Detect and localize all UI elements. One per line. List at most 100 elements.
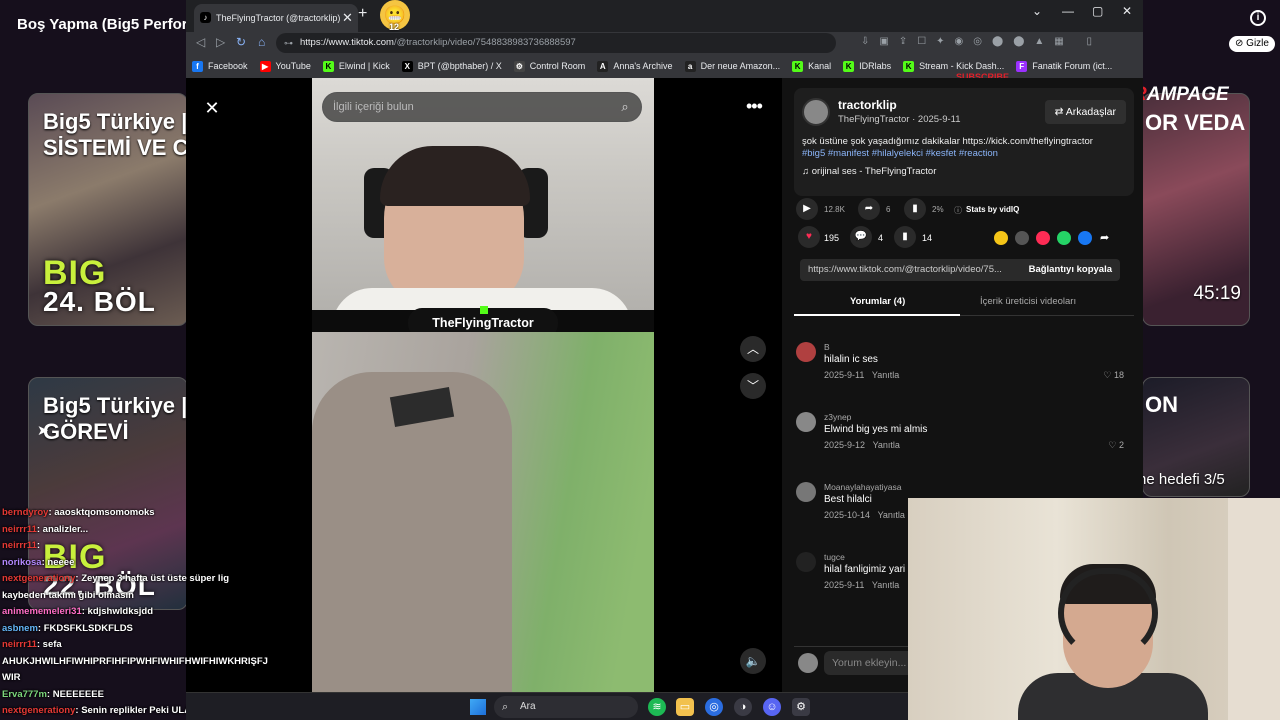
commenter-avatar[interactable]	[796, 412, 816, 432]
bookmark-item[interactable]: K Elwind | Kick	[317, 56, 396, 76]
chat-username[interactable]: berndyroy	[2, 507, 48, 518]
hide-button[interactable]: ⊘ Gizle	[1229, 36, 1275, 52]
bookmark-item[interactable]: K Stream - Kick Dash...	[897, 56, 1010, 76]
bookmark-item[interactable]: F Fanatik Forum (ict...	[1010, 56, 1118, 76]
previous-video-icon[interactable]: ︿	[740, 336, 766, 362]
friends-label: Arkadaşlar	[1065, 106, 1116, 118]
chat-text: : aaosktqomsomomoks	[48, 507, 155, 518]
whatsapp-icon[interactable]	[1057, 231, 1071, 245]
file-explorer-icon[interactable]: ▭	[676, 698, 694, 716]
comment-like[interactable]: ♡ 18	[1103, 370, 1124, 381]
info-icon[interactable]: i	[1250, 10, 1266, 26]
reply-button[interactable]: Yanıtla	[878, 510, 905, 520]
chat-username[interactable]: nextgenerationy	[2, 705, 75, 716]
comment-username[interactable]: z3ynep	[824, 412, 851, 422]
chat-text: :	[36, 540, 41, 551]
chat-text: AHUKJHWILHFIWHIPRFIHFIPWHFIWHIFHWIFHIWKH…	[2, 655, 268, 667]
embed-icon[interactable]	[1015, 231, 1029, 245]
close-window-icon[interactable]: ✕	[1122, 4, 1132, 18]
facebook-icon[interactable]	[1078, 231, 1092, 245]
bookmark-item[interactable]: ▶ YouTube	[254, 56, 317, 76]
bookmark-item[interactable]: f Facebook	[186, 56, 254, 76]
tab-creator-videos[interactable]: İçerik üreticisi videoları	[980, 296, 1076, 307]
extension-icons[interactable]: ⇩▣⇪☐✦◉◎⬤⬤▲▦ ▯	[861, 36, 1102, 47]
author-avatar[interactable]	[802, 98, 830, 126]
back-icon[interactable]: ◁	[196, 35, 205, 49]
spotify-icon[interactable]: ≋	[648, 698, 666, 716]
video-card-1[interactable]: Big5 Türkiye | SİSTEMİ VE C BIG 24. BÖL	[28, 93, 188, 326]
tab-search-icon[interactable]: ⌄	[1032, 4, 1042, 18]
like-icon[interactable]: ♥	[798, 226, 820, 248]
close-tab-icon[interactable]: ✕	[342, 4, 353, 32]
video-card-3[interactable]: OR VEDA 45:19	[1142, 93, 1250, 326]
chart-icon[interactable]: ▮	[904, 198, 926, 220]
new-tab-icon[interactable]: +	[358, 5, 367, 23]
author-handle[interactable]: tractorklip	[838, 98, 897, 112]
music-row[interactable]: ♫ orijinal ses - TheFlyingTractor	[802, 166, 936, 177]
comment-username[interactable]: Moanaylahayatiyasa	[824, 482, 902, 492]
chat-username[interactable]: nextgenerationy	[2, 573, 75, 584]
chat-username[interactable]: asbnem	[2, 623, 38, 634]
forward-icon[interactable]: ▷	[216, 35, 225, 49]
card-title-line1: Big5 Türkiye |	[43, 393, 188, 418]
bookmark-item[interactable]: a Der neue Amazon...	[679, 56, 787, 76]
taskbar-search[interactable]: ⌕ Ara	[494, 696, 638, 718]
maximize-icon[interactable]: ▢	[1092, 4, 1103, 18]
windows-start-icon[interactable]	[470, 699, 486, 715]
bookmark-icon[interactable]: ▮	[894, 226, 916, 248]
desc-hashtags[interactable]: #big5 #manifest #hilalyelekci #kesfet #r…	[802, 148, 998, 159]
comment-item: z3ynep Elwind big yes mi almis 2025-9-12 Y…	[794, 410, 1134, 470]
bookmark-item[interactable]: X BPT (@bpthaber) / X	[396, 56, 508, 76]
settings-icon[interactable]: ⚙	[792, 698, 810, 716]
obs-icon[interactable]: ◑	[734, 698, 752, 716]
close-icon[interactable]: ✕	[200, 96, 224, 120]
chat-username[interactable]: neirrr11	[2, 524, 37, 535]
chat-username[interactable]: neirrr11	[2, 639, 37, 650]
site-info-icon[interactable]: ⊶	[284, 33, 293, 53]
comment-username[interactable]: tugce	[824, 552, 845, 562]
reply-button[interactable]: Yanıtla	[872, 580, 899, 590]
comment-icon[interactable]: 💬	[850, 226, 872, 248]
comment-date: 2025-10-14	[824, 510, 871, 520]
chat-username[interactable]: neirrr11	[2, 540, 37, 551]
volume-icon[interactable]: 🔈	[740, 648, 766, 674]
more-options-icon[interactable]: •••	[746, 96, 763, 117]
minimize-icon[interactable]: —	[1062, 4, 1074, 18]
chat-username[interactable]: Erva777m	[2, 689, 47, 700]
saves-count: 14	[922, 233, 933, 243]
reply-button[interactable]: Yanıtla	[873, 440, 900, 450]
browser-tab[interactable]: ♪ TheFlyingTractor (@tractorklip) ✕	[194, 4, 358, 32]
bookmark-item[interactable]: A Anna's Archive	[591, 56, 678, 76]
search-icon[interactable]: ⌕	[615, 93, 635, 121]
card-title-line1: Big5 Türkiye |	[43, 109, 188, 134]
copy-link-button[interactable]: Bağlantıyı kopyala	[1029, 259, 1112, 281]
share-arrow-icon[interactable]: ➦	[1100, 231, 1109, 244]
commenter-avatar[interactable]	[796, 552, 816, 572]
next-video-icon[interactable]: ﹀	[740, 373, 766, 399]
bookmark-label: Der neue Amazon...	[700, 61, 781, 71]
address-bar[interactable]: ⊶ https://www.tiktok.com/@tractorklip/vi…	[276, 33, 836, 53]
chat-username[interactable]: norikosa	[2, 557, 42, 568]
friends-button[interactable]: ⇄ Arkadaşlar	[1044, 100, 1126, 124]
tab-comments[interactable]: Yorumlar (4)	[850, 296, 905, 307]
reload-icon[interactable]: ↻	[236, 35, 246, 49]
comment-like[interactable]: ♡ 2	[1108, 440, 1124, 451]
chrome-icon[interactable]: ◎	[705, 698, 723, 716]
send-icon[interactable]	[1036, 231, 1050, 245]
reply-button[interactable]: Yanıtla	[872, 370, 899, 380]
chat-username[interactable]: animememeleri31	[2, 606, 82, 617]
commenter-avatar[interactable]	[796, 482, 816, 502]
coin-icon[interactable]	[994, 231, 1008, 245]
bookmark-item[interactable]: ⚙ Control Room	[508, 56, 592, 76]
bookmark-item[interactable]: K IDRlabs	[837, 56, 897, 76]
bookmark-item[interactable]: K Kanal	[786, 56, 837, 76]
search-input[interactable]: İlgili içeriği bulun ⌕	[322, 92, 642, 122]
play-icon[interactable]: ▶	[796, 198, 818, 220]
discord-icon[interactable]: ☺	[763, 698, 781, 716]
video-player[interactable]: TheFlyingTractor	[312, 78, 654, 692]
commenter-avatar[interactable]	[796, 342, 816, 362]
stream-bg-title: Boş Yapma (Big5 Perform	[17, 16, 201, 33]
share-stat-icon[interactable]: ➦	[858, 198, 880, 220]
comment-username[interactable]: B	[824, 342, 830, 352]
home-icon[interactable]: ⌂	[258, 35, 265, 49]
